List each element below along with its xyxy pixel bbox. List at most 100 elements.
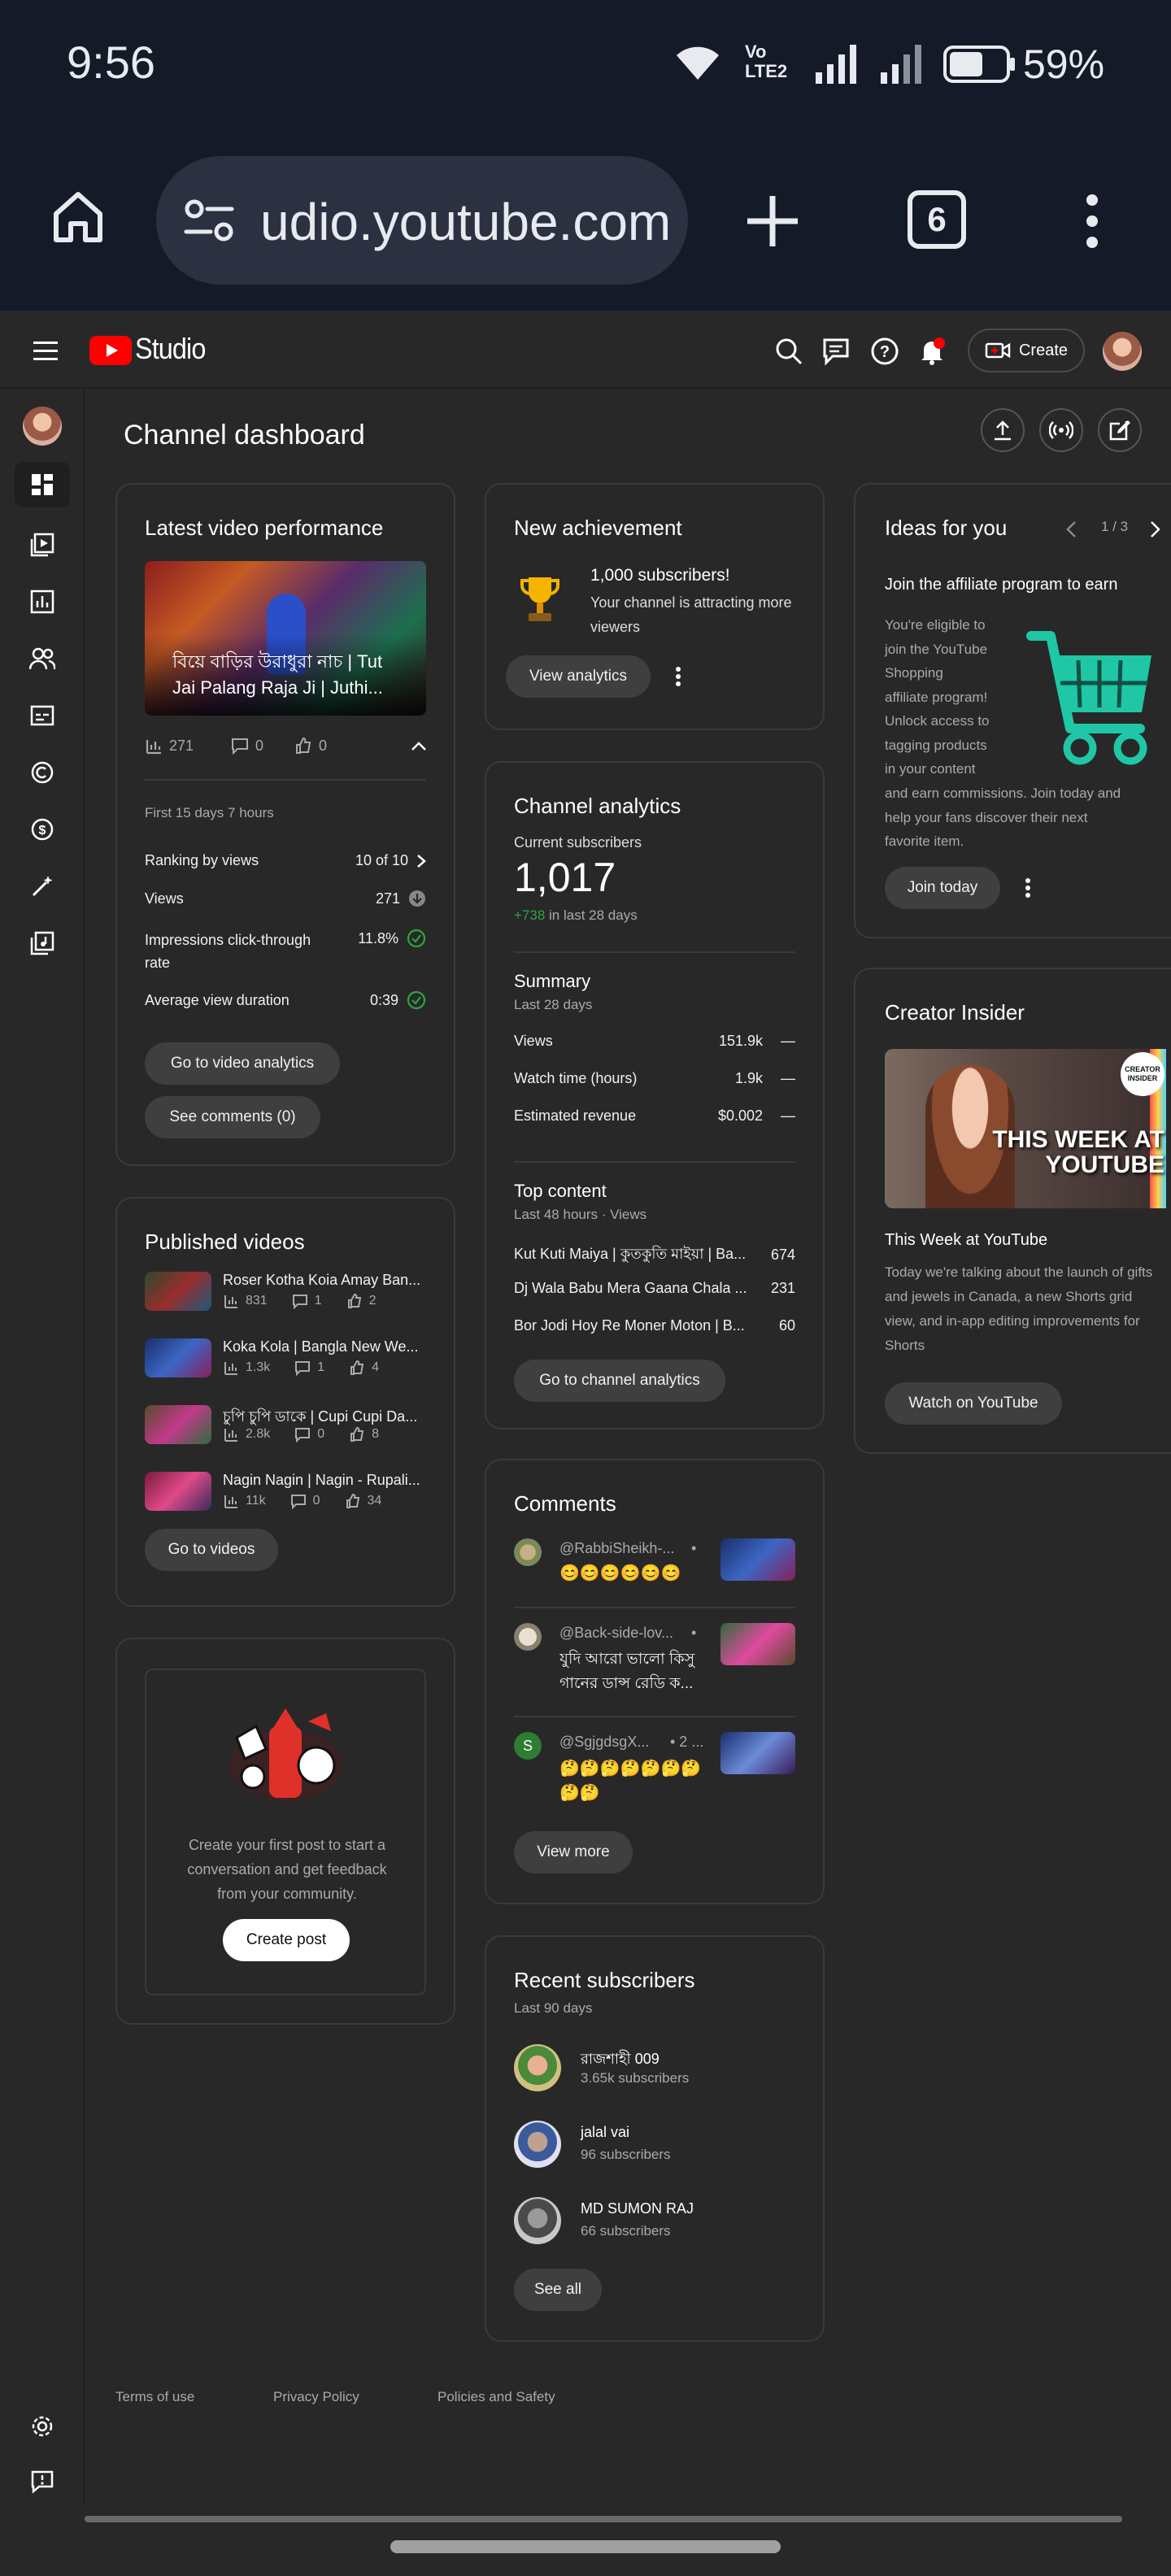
nav-audio-library-icon[interactable] [26, 927, 59, 959]
chevron-right-icon[interactable] [1143, 516, 1168, 543]
gesture-bar[interactable] [390, 2540, 781, 2553]
create-label: Create [1018, 341, 1069, 359]
comment-icon [290, 1495, 306, 1509]
list-item[interactable]: Koka Kola | Bangla New We... 1.3k 1 4 [145, 1338, 426, 1387]
channel-avatar[interactable] [23, 407, 62, 446]
summary-row-views: Views 151.9k — [514, 1033, 795, 1049]
battery-percent: 59% [1023, 41, 1105, 87]
horizontal-scrollbar[interactable] [85, 2516, 1122, 2522]
list-item[interactable]: Nagin Nagin | Nagin - Rupali... 11k 0 34 [145, 1472, 426, 1521]
tab-switcher-button[interactable]: 6 [908, 190, 966, 249]
creator-insider-thumbnail[interactable]: THIS WEEK AT YOUTUBE CREATOR INSIDER [885, 1049, 1166, 1208]
nav-subtitles-icon[interactable] [26, 699, 59, 732]
latest-comments-stat: 0 [231, 737, 263, 755]
account-avatar[interactable] [1103, 332, 1142, 371]
top-content-row[interactable]: Kut Kuti Maiya | কুতকুতি মাইয়া | Ba... … [514, 1242, 795, 1268]
nav-analytics-icon[interactable] [26, 585, 59, 618]
studio-logo-text[interactable]: Studio [135, 332, 206, 366]
subscriber-item[interactable]: MD SUMON RAJ 66 subscribers [514, 2197, 795, 2247]
check-circle-icon [407, 990, 426, 1010]
metric-views: Views 271 [145, 890, 426, 907]
nav-community-icon[interactable] [26, 642, 59, 675]
nav-settings-icon[interactable] [26, 2410, 59, 2443]
create-button[interactable]: Create [968, 329, 1085, 372]
latest-video-thumbnail[interactable]: বিয়ে বাড়ির উরাধুরা নাচ | Tut Jai Palan… [145, 561, 426, 716]
create-post-button[interactable]: Create post [223, 1919, 350, 1961]
published-heading: Published videos [145, 1229, 305, 1254]
comment-item[interactable]: @RabbiSheikh-... • 😊😊😊😊😊😊 [514, 1538, 795, 1628]
footer-link-policies[interactable]: Policies and Safety [437, 2389, 555, 2405]
top-content-period: Last 48 hours · Views [514, 1207, 647, 1222]
recent-subs-heading: Recent subscribers [514, 1968, 695, 1992]
latest-likes-stat: 0 [294, 737, 327, 755]
url-text[interactable]: udio.youtube.com [260, 192, 671, 252]
subscriber-item[interactable]: রাজশাহী 009 3.65k subscribers [514, 2044, 795, 2095]
thumbs-up-icon [296, 737, 311, 754]
bar-chart-icon [146, 740, 161, 755]
thumbs-up-icon [347, 1293, 361, 1308]
address-bar[interactable]: udio.youtube.com [156, 156, 688, 285]
subscriber-item[interactable]: jalal vai 96 subscribers [514, 2121, 795, 2171]
view-analytics-button[interactable]: View analytics [506, 655, 651, 698]
battery-icon [943, 44, 1016, 85]
nav-feedback-icon[interactable] [26, 2465, 59, 2498]
feedback-comment-icon[interactable] [820, 335, 852, 368]
notifications-icon[interactable] [916, 335, 948, 368]
page-title: Channel dashboard [124, 420, 365, 450]
side-nav: $ [0, 389, 85, 2503]
view-more-comments-button[interactable]: View more [514, 1831, 633, 1873]
top-content-heading: Top content [514, 1181, 607, 1201]
more-options-icon[interactable] [1078, 189, 1106, 254]
subscribers-label: Current subscribers [514, 834, 642, 851]
youtube-logo-icon[interactable] [89, 335, 132, 366]
collapse-chevron-icon[interactable] [407, 733, 431, 758]
list-item[interactable]: Roser Kotha Koia Amay Ban... 831 1 2 [145, 1272, 426, 1321]
latest-video-card: Latest video performance বিয়ে বাড়ির উর… [115, 483, 455, 1166]
nav-copyright-icon[interactable] [26, 756, 59, 789]
footer-link-privacy[interactable]: Privacy Policy [273, 2389, 359, 2405]
channel-analytics-button[interactable]: Go to channel analytics [514, 1360, 725, 1402]
new-tab-icon[interactable] [740, 189, 805, 254]
create-post-shortcut-button[interactable] [1098, 408, 1142, 452]
latest-video-title: বিয়ে বাড়ির উরাধুরা নাচ | Tut Jai Palan… [172, 651, 383, 698]
go-live-button[interactable] [1039, 408, 1083, 452]
watch-on-youtube-button[interactable]: Watch on YouTube [885, 1382, 1062, 1425]
footer-link-terms[interactable]: Terms of use [115, 2389, 194, 2405]
metric-ranking[interactable]: Ranking by views 10 of 10 [145, 852, 426, 869]
go-to-videos-button[interactable]: Go to videos [145, 1529, 278, 1571]
summary-row-revenue: Estimated revenue $0.002— [514, 1107, 795, 1124]
status-time: 9:56 [67, 37, 155, 88]
see-comments-button[interactable]: See comments (0) [145, 1096, 320, 1138]
network-type: Vo LTE2 [745, 41, 788, 81]
wifi-icon [673, 41, 722, 85]
latest-views-stat: 271 [145, 737, 194, 755]
top-content-row[interactable]: Dj Wala Babu Mera Gaana Chala ... 231 [514, 1280, 795, 1297]
subscriber-avatar [514, 2197, 561, 2244]
thumbs-up-icon [350, 1360, 364, 1375]
more-vert-icon[interactable] [664, 662, 693, 691]
home-icon[interactable] [46, 184, 111, 249]
nav-dashboard[interactable] [15, 462, 70, 507]
summary-heading: Summary [514, 971, 591, 991]
help-icon[interactable]: ? [868, 335, 901, 368]
nav-content-icon[interactable] [26, 529, 59, 561]
studio-header: Studio ? Create [0, 314, 1171, 389]
top-content-row[interactable]: Bor Jodi Hoy Re Moner Moton | B... 60 [514, 1317, 795, 1334]
search-icon[interactable] [773, 335, 805, 368]
site-settings-icon[interactable] [181, 192, 237, 249]
comment-item[interactable]: @Back-side-lov... • যুদি আরো ভালো কিসু গ… [514, 1623, 795, 1712]
comment-video-thumbnail [720, 1732, 795, 1774]
menu-icon[interactable] [29, 335, 62, 368]
comment-item[interactable]: S @SgjgdsgX... • 2 ... 🤔🤔🤔🤔🤔🤔🤔🤔🤔 [514, 1732, 795, 1821]
video-analytics-button[interactable]: Go to video analytics [145, 1042, 340, 1085]
shopping-cart-icon [1026, 621, 1156, 768]
chevron-left-icon[interactable] [1059, 516, 1083, 543]
nav-customization-icon[interactable] [26, 870, 59, 903]
upload-button[interactable] [981, 408, 1025, 452]
join-today-button[interactable]: Join today [885, 867, 1000, 909]
list-item[interactable]: চুপি চুপি ডাকে | Cupi Cupi Da... 2.8k 0 … [145, 1405, 426, 1454]
recent-subscribers-card: Recent subscribers Last 90 days রাজশাহী … [485, 1935, 825, 2342]
nav-earn-icon[interactable]: $ [26, 813, 59, 846]
more-vert-icon[interactable] [1013, 873, 1043, 903]
see-all-subscribers-button[interactable]: See all [514, 2269, 602, 2311]
